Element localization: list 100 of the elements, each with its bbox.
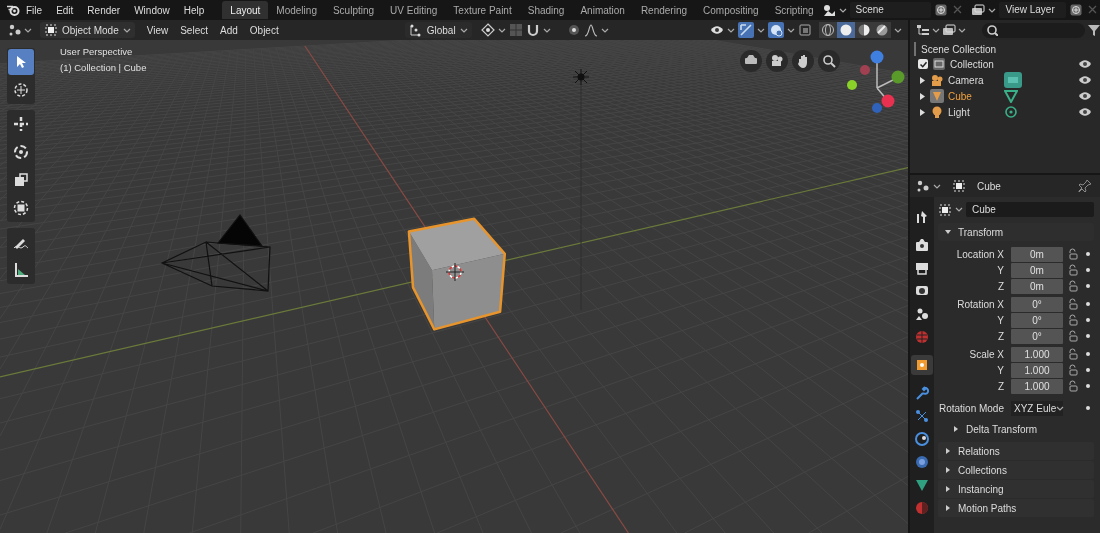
lock-icon[interactable]	[1067, 248, 1079, 260]
value-field[interactable]: 1.000	[1011, 346, 1063, 362]
viewport-editor-icon[interactable]	[8, 23, 22, 37]
wireframe-shading-button[interactable]	[819, 22, 837, 38]
pin-icon[interactable]	[1078, 179, 1092, 193]
rotation-mode-dropdown[interactable]: XYZ Eule	[1011, 400, 1063, 416]
properties-editor-icon[interactable]	[916, 179, 930, 193]
object-data-icon[interactable]	[938, 202, 952, 217]
display-mode-icon[interactable]	[942, 23, 956, 37]
menu-item[interactable]: Add	[220, 24, 238, 36]
new-item-icon[interactable]	[934, 3, 949, 17]
lock-icon[interactable]	[1067, 348, 1079, 360]
proportional-edit-icon[interactable]	[566, 23, 581, 37]
value-field[interactable]: 0m	[1011, 262, 1063, 278]
keyframe-dot[interactable]	[1086, 268, 1090, 272]
value-field[interactable]: 1.000	[1011, 362, 1063, 378]
xray-icon[interactable]	[798, 23, 812, 37]
workspace-tab[interactable]: Layout	[222, 1, 269, 19]
gizmo-toggle-icon[interactable]	[738, 22, 754, 38]
keyframe-dot[interactable]	[1086, 334, 1090, 338]
keyframe-dot[interactable]	[1086, 406, 1090, 410]
pan-button[interactable]	[792, 50, 814, 72]
keyframe-dot[interactable]	[1086, 352, 1090, 356]
object-tab[interactable]	[911, 355, 933, 375]
workspace-tab[interactable]: Scripting	[766, 1, 822, 19]
falloff-curve-icon[interactable]	[583, 23, 598, 37]
lock-icon[interactable]	[1067, 298, 1079, 310]
panel-header[interactable]: Motion Paths	[938, 499, 1094, 517]
view-layer-icon[interactable]	[971, 3, 986, 17]
zoom-button[interactable]	[818, 50, 840, 72]
eye-icon[interactable]	[1078, 74, 1092, 86]
view-layer-field[interactable]: View Layer	[999, 2, 1066, 18]
workspace-tab[interactable]: Compositing	[695, 1, 767, 19]
value-field[interactable]: 1.000	[1011, 378, 1063, 394]
value-field[interactable]: 0°	[1011, 312, 1063, 328]
menu-item[interactable]: Help	[183, 4, 205, 16]
outliner-editor-icon[interactable]	[916, 23, 930, 37]
value-field[interactable]: 0m	[1011, 246, 1063, 262]
object-name-field[interactable]: Cube	[966, 202, 1094, 217]
outliner-item[interactable]: Cube	[910, 88, 1100, 104]
value-field[interactable]: 0°	[1011, 296, 1063, 312]
scene-name-field[interactable]: Scene	[849, 2, 932, 18]
lock-icon[interactable]	[1067, 380, 1079, 392]
camera-data-icon[interactable]	[1004, 72, 1022, 88]
camera-view-button[interactable]	[740, 50, 762, 72]
eye-icon[interactable]	[1078, 106, 1092, 118]
eye-icon[interactable]	[1078, 90, 1092, 102]
search-field[interactable]	[982, 22, 1085, 38]
menu-item[interactable]: Select	[180, 24, 208, 36]
lock-icon[interactable]	[1067, 364, 1079, 376]
panel-header[interactable]: Relations	[938, 442, 1094, 460]
logo-icon[interactable]	[6, 3, 20, 17]
overlay-toggle-icon[interactable]	[768, 22, 784, 38]
menu-item[interactable]: Render	[87, 4, 121, 16]
3d-cursor-icon[interactable]	[445, 262, 465, 282]
menu-item[interactable]: Edit	[56, 4, 74, 16]
subpanel-header[interactable]: Delta Transform	[938, 420, 1094, 438]
workspace-tab[interactable]: Texture Paint	[445, 1, 520, 19]
keyframe-dot[interactable]	[1086, 302, 1090, 306]
workspace-tab[interactable]: Sculpting	[324, 1, 383, 19]
ring-data-icon[interactable]	[1004, 105, 1018, 119]
solid-shading-button[interactable]	[837, 22, 855, 38]
workspace-tab[interactable]: Modeling	[268, 1, 325, 19]
scene-icon[interactable]	[821, 3, 836, 17]
workspace-tab[interactable]: Animation	[572, 1, 633, 19]
rendered-shading-button[interactable]	[873, 22, 891, 38]
new-item-icon[interactable]	[1069, 3, 1083, 17]
value-field[interactable]: 0m	[1011, 278, 1063, 294]
magnet-icon[interactable]	[525, 23, 540, 37]
menu-item[interactable]: File	[26, 4, 43, 16]
menu-item[interactable]: Window	[134, 4, 170, 16]
visibility-icon[interactable]	[710, 23, 724, 37]
lock-icon[interactable]	[1067, 280, 1079, 292]
outliner-item[interactable]: Collection	[910, 56, 1100, 72]
panel-header[interactable]: Instancing	[938, 480, 1094, 498]
panel-header[interactable]: Collections	[938, 461, 1094, 479]
filter-icon[interactable]	[1087, 23, 1100, 37]
cube-drawing[interactable]	[407, 217, 507, 331]
menu-item[interactable]: View	[146, 24, 169, 36]
pivot-icon[interactable]	[480, 23, 495, 37]
triangle-data-icon[interactable]	[1004, 89, 1018, 103]
lock-icon[interactable]	[1067, 264, 1079, 276]
outliner-item[interactable]: Camera	[910, 72, 1100, 88]
outliner-item[interactable]: Light	[910, 104, 1100, 120]
orientation-dropdown[interactable]: Global	[404, 22, 472, 38]
keyframe-dot[interactable]	[1086, 252, 1090, 256]
scene-collection-label[interactable]: Scene Collection	[921, 43, 997, 55]
lock-icon[interactable]	[1067, 314, 1079, 326]
keyframe-dot[interactable]	[1086, 368, 1090, 372]
value-field[interactable]: 0°	[1011, 328, 1063, 344]
keyframe-dot[interactable]	[1086, 384, 1090, 388]
keyframe-dot[interactable]	[1086, 284, 1090, 288]
exclude-checkbox[interactable]	[918, 59, 928, 69]
lock-icon[interactable]	[1067, 330, 1079, 342]
material-shading-button[interactable]	[855, 22, 873, 38]
workspace-tab[interactable]: UV Editing	[382, 1, 446, 19]
workspace-tab[interactable]: Rendering	[632, 1, 696, 19]
workspace-tab[interactable]: Shading	[519, 1, 573, 19]
keyframe-dot[interactable]	[1086, 318, 1090, 322]
eye-icon[interactable]	[1078, 58, 1092, 70]
